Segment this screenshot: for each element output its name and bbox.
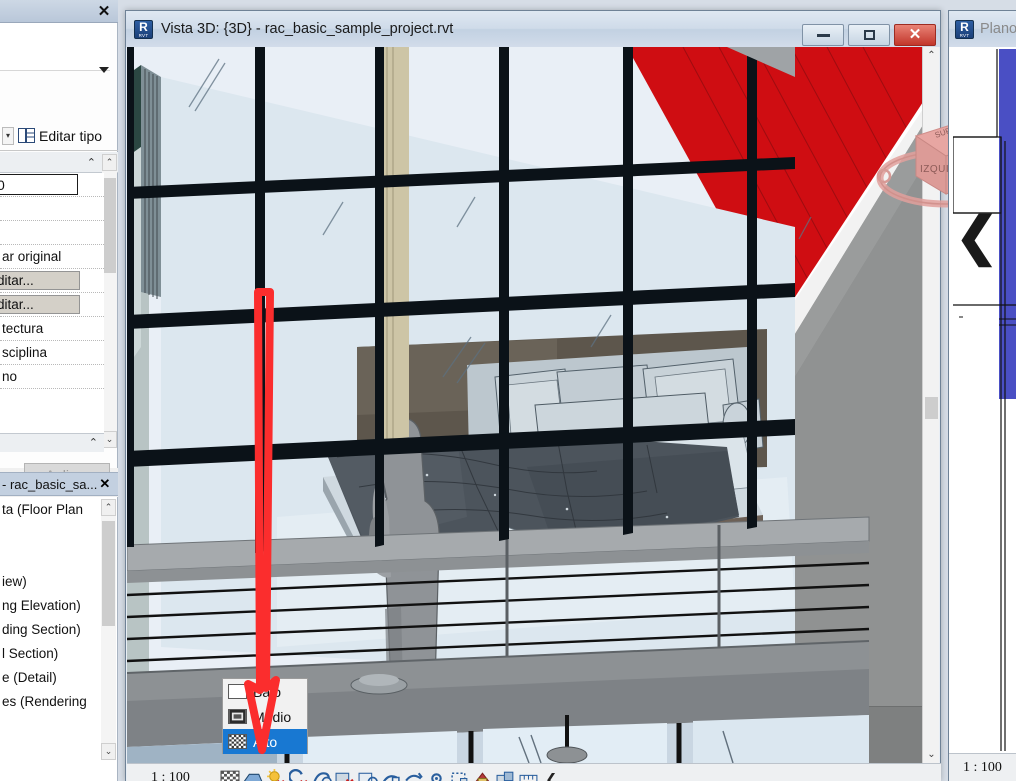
tree-scroll-up[interactable]: ⌃ <box>101 499 116 516</box>
sun-path-icon[interactable] <box>266 768 286 781</box>
detail-level-option-medio[interactable]: Medio <box>223 704 307 729</box>
tree-item[interactable]: ng Elevation) <box>0 593 102 617</box>
view-control-bar: 1 : 100 ❮ <box>127 763 941 781</box>
plan-drawing: ❮ <box>953 49 1016 751</box>
collapse-all-icon-bottom[interactable]: ⌃ <box>89 436 98 449</box>
collapse-icon[interactable]: ❮ <box>542 769 562 781</box>
property-row[interactable]: sciplina <box>0 341 104 365</box>
detail-level-option-bajo[interactable]: Bajo <box>223 679 307 704</box>
edit-type-button[interactable]: ▾ Editar tipo <box>0 121 118 151</box>
properties-grid: 0 ar original ditar... ditar... tecturascipl… <box>0 173 104 433</box>
minimize-icon[interactable] <box>802 24 844 46</box>
detail-level-label: Medio <box>253 708 292 725</box>
properties-palette-body: ▾ Editar tipo ⌃ ⌃ ⌄ 0 ar original ditar...… <box>0 23 118 487</box>
visual-style-icon[interactable] <box>243 769 263 781</box>
window-controls: ✕ <box>802 24 936 46</box>
plan-view-window: Plano ❮ 1 : 100 <box>948 10 1016 781</box>
view-3d-title: Vista 3D: {3D} - rac_basic_sample_projec… <box>161 21 454 37</box>
property-value-field[interactable]: 0 <box>0 174 78 195</box>
crop-view-icon[interactable] <box>335 769 355 781</box>
property-row[interactable]: ar original <box>0 245 104 269</box>
detail-high-icon <box>228 734 247 749</box>
svg-text:❮: ❮ <box>955 208 999 268</box>
model-3d-render <box>127 47 923 763</box>
chevron-down-icon[interactable]: ▾ <box>2 126 14 145</box>
view-3d-window: Vista 3D: {3D} - rac_basic_sample_projec… <box>125 10 1016 781</box>
view-3d-canvas[interactable] <box>127 47 923 763</box>
detail-level-dropdown[interactable]: Bajo Medio Alto <box>222 678 308 754</box>
project-browser-tree: ta (Floor Plan iew) ng Elevation) ding Sect… <box>0 497 118 781</box>
detail-medium-icon <box>228 709 247 724</box>
scroll-up-icon[interactable]: ⌃ <box>923 47 940 64</box>
property-row[interactable]: no <box>0 365 104 389</box>
properties-scroll-up[interactable]: ⌃ <box>102 154 117 171</box>
tree-item[interactable] <box>0 545 102 569</box>
reveal-hidden-elements-icon[interactable] <box>427 769 447 781</box>
properties-palette: ✕ ▾ Editar tipo ⌃ ⌃ ⌄ 0 ar original ditar.… <box>0 0 118 781</box>
properties-grid-header: ⌃ <box>0 152 118 173</box>
show-analytical-model-icon[interactable] <box>473 769 493 781</box>
plan-view-title: Plano <box>980 21 1016 37</box>
close-icon[interactable]: ✕ <box>99 476 110 492</box>
detail-level-icon[interactable] <box>220 769 240 781</box>
restore-icon[interactable] <box>848 24 890 46</box>
plan-status-bar: 1 : 100 <box>949 753 1016 781</box>
plan-view-canvas[interactable]: ❮ <box>953 49 1016 751</box>
property-edit-button[interactable]: ditar... <box>0 271 80 290</box>
property-row[interactable]: 0 <box>0 173 104 197</box>
close-icon[interactable]: ✕ <box>96 4 112 20</box>
properties-palette-titlebar: ✕ <box>0 0 118 23</box>
tree-item[interactable]: ta (Floor Plan <box>0 497 102 521</box>
revit-icon <box>134 19 153 39</box>
scroll-down-icon[interactable]: ⌄ <box>923 746 940 763</box>
edit-type-label: Editar tipo <box>39 127 103 144</box>
view-3d-titlebar[interactable]: Vista 3D: {3D} - rac_basic_sample_projec… <box>126 11 940 47</box>
properties-scroll-down[interactable]: ⌄ <box>102 431 117 448</box>
detail-low-icon <box>228 684 247 699</box>
rendering-dialog-icon[interactable] <box>312 769 332 781</box>
detail-level-label: Bajo <box>253 683 282 700</box>
project-browser-tab[interactable]: - rac_basic_sa... ✕ <box>0 472 118 496</box>
properties-scrollbar-thumb[interactable] <box>103 178 116 273</box>
edit-type-icon <box>18 128 35 143</box>
view-control-icons: ❮ <box>220 768 562 781</box>
temporary-view-properties-icon[interactable] <box>450 769 470 781</box>
tree-scroll-down[interactable]: ⌄ <box>101 743 116 760</box>
property-row[interactable]: ditar... <box>0 269 104 293</box>
property-row[interactable] <box>0 197 104 221</box>
project-browser-tab-label: - rac_basic_sa... <box>2 476 98 492</box>
tree-item[interactable]: ding Section) <box>0 617 102 641</box>
svg-text:❮: ❮ <box>545 771 557 781</box>
close-icon[interactable]: ✕ <box>894 24 936 46</box>
property-row[interactable] <box>0 221 104 245</box>
property-row[interactable]: tectura <box>0 317 104 341</box>
lock-3d-view-icon[interactable] <box>381 769 401 781</box>
tree-item[interactable]: e (Detail) <box>0 665 102 689</box>
shadows-icon[interactable] <box>288 768 309 781</box>
properties-grid-footer: ⌃ <box>0 433 104 452</box>
view-scale[interactable]: 1 : 100 <box>151 770 190 781</box>
scrollbar-thumb[interactable] <box>925 397 938 419</box>
highlight-displacement-sets-icon[interactable] <box>496 769 516 781</box>
chevron-down-icon[interactable] <box>99 67 109 73</box>
property-edit-button[interactable]: ditar... <box>0 295 80 314</box>
detail-level-label: Alto <box>253 733 278 750</box>
temporary-hide-isolate-icon[interactable] <box>404 769 424 781</box>
tree-scrollbar-thumb[interactable] <box>102 521 115 626</box>
tree-item[interactable] <box>0 521 102 545</box>
detail-level-option-alto[interactable]: Alto <box>223 729 307 754</box>
property-row[interactable]: ditar... <box>0 293 104 317</box>
collapse-all-icon[interactable]: ⌃ <box>87 156 96 169</box>
show-crop-region-icon[interactable] <box>358 769 378 781</box>
tree-item[interactable]: es (Rendering <box>0 689 102 713</box>
measure-icon[interactable] <box>519 769 539 781</box>
plan-view-scale[interactable]: 1 : 100 <box>963 760 1002 776</box>
type-selector-preview[interactable] <box>0 23 110 71</box>
view-3d-vertical-scrollbar[interactable]: ⌃ ⌄ <box>922 47 939 763</box>
tree-item[interactable]: l Section) <box>0 641 102 665</box>
plan-view-titlebar[interactable]: Plano <box>949 11 1016 47</box>
revit-icon <box>955 19 974 39</box>
tree-item[interactable]: iew) <box>0 569 102 593</box>
